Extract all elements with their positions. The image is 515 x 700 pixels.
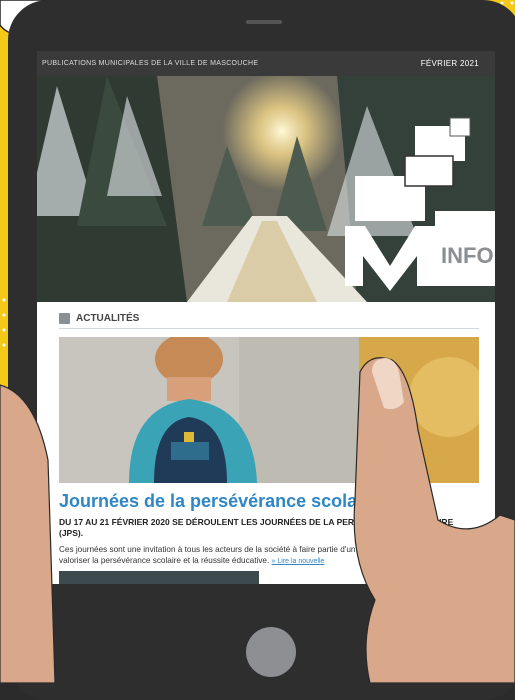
article-body-text: Ces journées sont une invitation à tous … [59,545,474,565]
section-title: ACTUALITÉS [76,313,140,324]
read-more-link[interactable]: » Lire la nouvelle [272,558,325,565]
article-body: Ces journées sont une invitation à tous … [59,544,479,567]
next-article-thumbnail[interactable] [59,571,259,584]
tablet-speaker [246,20,282,24]
issue-date: FÉVRIER 2021 [420,59,479,68]
organization-name: PUBLICATIONS MUNICIPALES DE LA VILLE DE … [42,60,259,67]
logo-text: INFO [441,243,494,268]
article-headline[interactable]: Journées de la persévérance scolaire [59,491,489,512]
newspaper-icon [59,313,70,324]
minfo-logo: INFO [345,117,495,291]
hero-image: INFO [37,76,495,302]
student-backpack-image [59,337,479,483]
publication-header: PUBLICATIONS MUNICIPALES DE LA VILLE DE … [37,51,495,76]
article-photo[interactable] [59,337,479,483]
home-button[interactable] [246,627,296,677]
tablet-screen: PUBLICATIONS MUNICIPALES DE LA VILLE DE … [37,51,495,584]
article-subhead: DU 17 AU 21 FÉVRIER 2020 SE DÉROULENT LE… [59,517,454,538]
section-header: ACTUALITÉS [59,312,479,329]
